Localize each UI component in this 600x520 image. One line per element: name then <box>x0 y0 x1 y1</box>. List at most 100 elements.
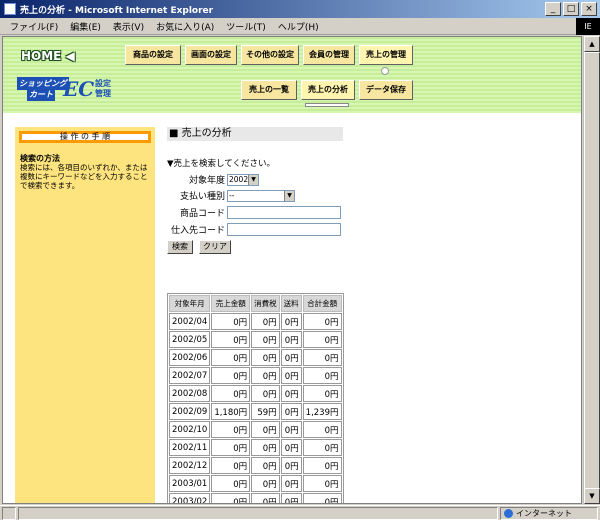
col-month: 対象年月 <box>169 295 211 312</box>
table-cell: 0円 <box>251 385 280 402</box>
table-cell: 0円 <box>211 385 251 402</box>
nav-data-save[interactable]: データ保存 <box>359 80 413 100</box>
table-row: 2002/05 0円 0円 0円 0円 <box>169 331 342 348</box>
table-cell: 2002/06 <box>169 349 211 366</box>
sales-table: 対象年月 売上金額 消費税 送料 合計金額 2002/04 0円 0円 0円 0円 200… <box>167 293 344 503</box>
table-header-row: 対象年月 売上金額 消費税 送料 合計金額 <box>169 295 342 312</box>
menu-favorites[interactable]: お気に入り(A) <box>150 20 220 33</box>
table-cell: 0円 <box>211 313 251 330</box>
table-cell: 59円 <box>251 403 280 420</box>
table-row: 2002/08 0円 0円 0円 0円 <box>169 385 342 402</box>
sidebar-heading: 操 作 の 手 順 <box>19 131 151 143</box>
col-shipping: 送料 <box>280 295 302 312</box>
status-text <box>18 507 498 520</box>
sidebar-text: 検索には、各項目のいずれか、または複数にキーワードなどを入力することで検索できま… <box>20 163 148 190</box>
logo: ショッピング カート EC 設定 管理 <box>17 77 117 103</box>
table-cell: 0円 <box>251 493 280 503</box>
chevron-down-icon: ▼ <box>284 191 294 201</box>
globe-icon <box>504 509 513 518</box>
minimize-button[interactable]: _ <box>545 2 561 16</box>
menu-view[interactable]: 表示(V) <box>107 20 150 33</box>
table-cell: 0円 <box>211 349 251 366</box>
supplier-code-input[interactable] <box>227 223 341 236</box>
table-cell: 0円 <box>280 493 302 503</box>
logo-sub: 設定 管理 <box>95 79 111 98</box>
search-button[interactable]: 検索 <box>167 240 193 254</box>
payment-type-select[interactable]: -- ▼ <box>227 190 295 202</box>
nav-product-settings[interactable]: 商品の設定 <box>125 45 181 65</box>
table-cell: 0円 <box>280 331 302 348</box>
table-cell: 2002/09 <box>169 403 211 420</box>
table-cell: 0円 <box>302 349 342 366</box>
year-select[interactable]: 2002 ▼ <box>227 174 259 186</box>
table-row: 2002/11 0円 0円 0円 0円 <box>169 439 342 456</box>
sidebar: 操 作 の 手 順 検索の方法 検索には、各項目のいずれか、または複数にキーワー… <box>15 127 155 503</box>
table-cell: 2003/01 <box>169 475 211 492</box>
vertical-scrollbar[interactable]: ▲ ▼ <box>583 36 600 504</box>
table-cell: 0円 <box>211 331 251 348</box>
nav-member-management[interactable]: 会員の管理 <box>303 45 355 65</box>
table-cell: 0円 <box>280 421 302 438</box>
clear-button[interactable]: クリア <box>199 240 231 254</box>
nav-screen-settings[interactable]: 画面の設定 <box>185 45 237 65</box>
menu-tools[interactable]: ツール(T) <box>220 20 272 33</box>
col-total: 合計金額 <box>302 295 342 312</box>
active-indicator <box>381 67 389 75</box>
table-cell: 0円 <box>302 475 342 492</box>
product-code-input[interactable] <box>227 206 341 219</box>
table-cell: 0円 <box>280 367 302 384</box>
year-label: 対象年度 <box>188 176 225 186</box>
scroll-up-icon[interactable]: ▲ <box>584 36 600 52</box>
menu-file[interactable]: ファイル(F) <box>4 20 64 33</box>
menu-bar: ファイル(F) 編集(E) 表示(V) お気に入り(A) ツール(T) ヘルプ(… <box>0 18 600 35</box>
zone-indicator: インターネット <box>500 507 598 520</box>
home-link[interactable]: HOME ◀ <box>21 49 75 63</box>
table-cell: 0円 <box>302 331 342 348</box>
supplier-code-label: 仕入先コード <box>170 226 225 236</box>
table-cell: 0円 <box>251 313 280 330</box>
scroll-down-icon[interactable]: ▼ <box>584 488 600 504</box>
nav-sales-list[interactable]: 売上の一覧 <box>241 80 297 100</box>
logo-ec: EC <box>63 77 95 101</box>
payment-type-value: -- <box>229 191 235 200</box>
table-row: 2002/09 1,180円 59円 0円 1,239円 <box>169 403 342 420</box>
chevron-down-icon: ▼ <box>248 175 258 185</box>
table-cell: 2002/07 <box>169 367 211 384</box>
table-cell: 0円 <box>211 475 251 492</box>
table-cell: 0円 <box>280 349 302 366</box>
page-content: HOME ◀ ショッピング カート EC 設定 管理 商品の設定 画面の設定 その… <box>2 36 582 504</box>
search-prompt: ▼売上を検索してください。 <box>167 159 276 169</box>
header: HOME ◀ ショッピング カート EC 設定 管理 商品の設定 画面の設定 その… <box>3 37 581 113</box>
col-tax: 消費税 <box>251 295 280 312</box>
title-bar: 売上の分析 - Microsoft Internet Explorer _ □ … <box>0 0 600 18</box>
payment-type-label: 支払い種別 <box>179 192 225 202</box>
table-cell: 0円 <box>251 439 280 456</box>
maximize-button[interactable]: □ <box>563 2 579 16</box>
table-cell: 0円 <box>280 457 302 474</box>
menu-help[interactable]: ヘルプ(H) <box>272 20 325 33</box>
scroll-thumb[interactable] <box>584 52 600 492</box>
table-cell: 0円 <box>302 457 342 474</box>
table-cell: 0円 <box>251 457 280 474</box>
table-cell: 0円 <box>251 349 280 366</box>
table-cell: 0円 <box>302 385 342 402</box>
nav-sales-management[interactable]: 売上の管理 <box>359 45 413 65</box>
window-title: 売上の分析 - Microsoft Internet Explorer <box>20 5 214 16</box>
table-cell: 0円 <box>280 439 302 456</box>
table-cell: 0円 <box>302 493 342 503</box>
table-cell: 0円 <box>211 367 251 384</box>
table-cell: 2002/12 <box>169 457 211 474</box>
nav-sales-analysis[interactable]: 売上の分析 <box>301 80 355 100</box>
table-cell: 0円 <box>302 313 342 330</box>
table-cell: 0円 <box>211 457 251 474</box>
menu-edit[interactable]: 編集(E) <box>64 20 107 33</box>
product-code-label: 商品コード <box>179 209 225 219</box>
nav-other-settings[interactable]: その他の設定 <box>241 45 299 65</box>
table-cell: 0円 <box>280 403 302 420</box>
table-cell: 2002/10 <box>169 421 211 438</box>
table-cell: 2002/05 <box>169 331 211 348</box>
close-button[interactable]: × <box>581 2 597 16</box>
table-cell: 0円 <box>251 367 280 384</box>
section-title: ■ 売上の分析 <box>167 127 343 141</box>
table-row: 2002/12 0円 0円 0円 0円 <box>169 457 342 474</box>
